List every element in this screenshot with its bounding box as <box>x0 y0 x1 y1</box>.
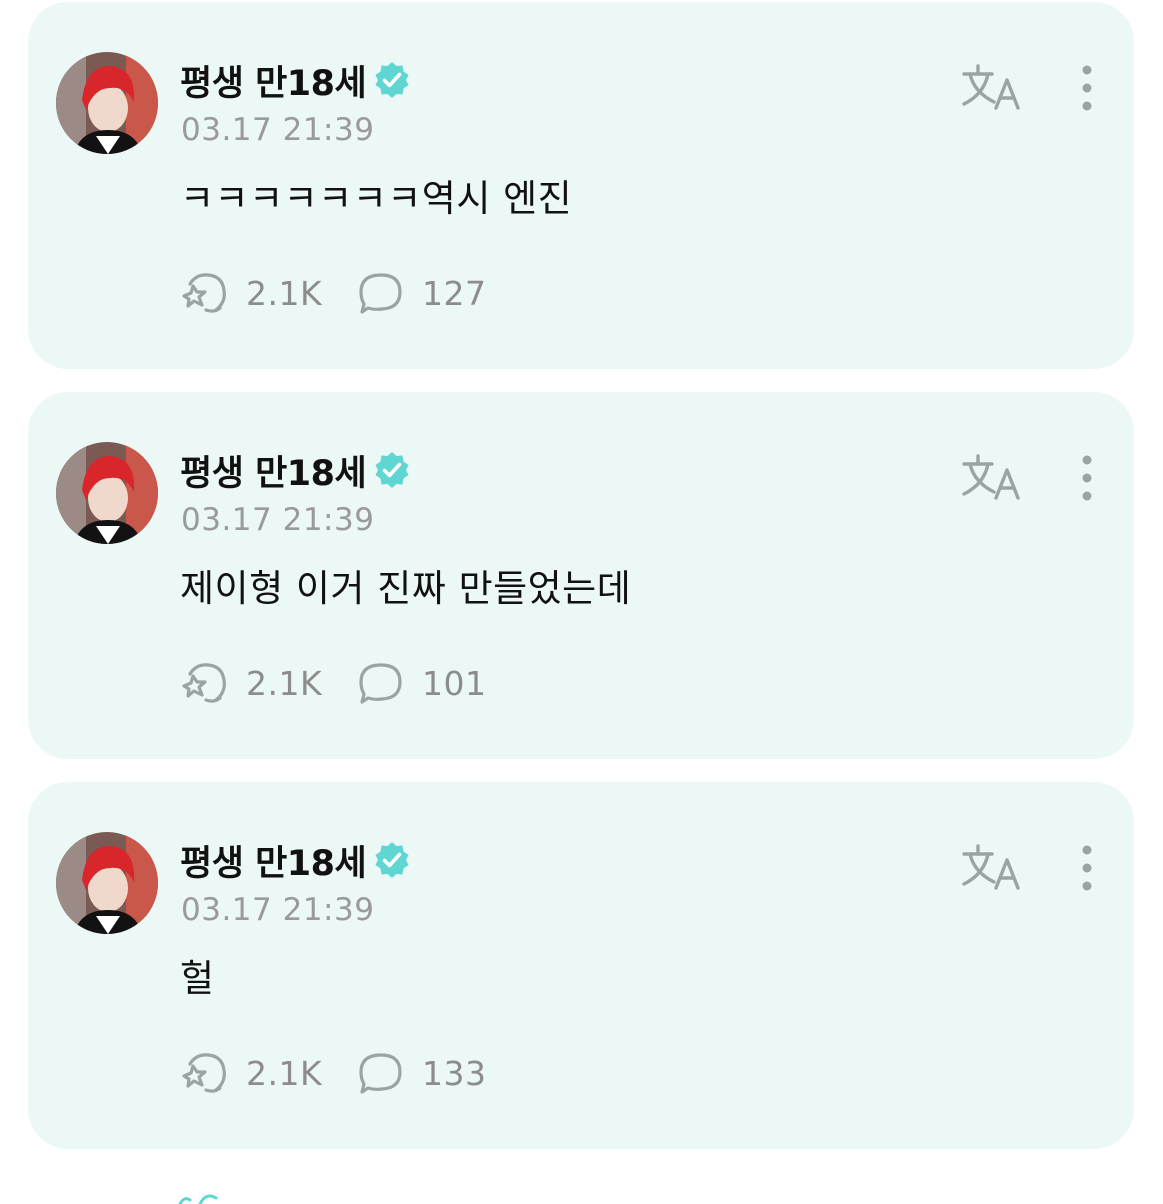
like-reaction-icon <box>182 273 226 313</box>
comment-button[interactable]: 133 <box>356 1050 487 1096</box>
post-actions: 2.1K 133 <box>180 1050 487 1096</box>
comment-count: 101 <box>422 663 487 703</box>
post-timestamp: 03.17 21:39 <box>181 112 375 148</box>
verified-badge-icon <box>375 842 409 878</box>
post-timestamp: 03.17 21:39 <box>181 502 375 538</box>
like-button[interactable]: 2.1K <box>180 660 356 706</box>
like-count: 2.1K <box>246 273 323 313</box>
comment-count: 133 <box>422 1053 487 1093</box>
post-card[interactable]: 평생 만18세 03.17 21:39 헐 2.1K 133 <box>28 782 1134 1149</box>
like-reaction-icon <box>182 663 226 703</box>
next-post-partial-icon <box>178 1194 218 1204</box>
author-row: 평생 만18세 <box>180 836 412 884</box>
post-timestamp: 03.17 21:39 <box>181 892 375 928</box>
comment-bubble-icon <box>359 1053 402 1094</box>
like-reaction-icon <box>182 1053 226 1093</box>
post-feed: 평생 만18세 03.17 21:39 ㅋㅋㅋㅋㅋㅋㅋ역시 엔진 2.1K 12… <box>0 0 1163 1204</box>
author-avatar[interactable] <box>56 52 158 154</box>
author-name[interactable]: 평생 만18세 <box>180 55 367 106</box>
like-button[interactable]: 2.1K <box>180 270 356 316</box>
post-text: 제이형 이거 진짜 만들었는데 <box>180 567 632 610</box>
like-button[interactable]: 2.1K <box>180 1050 356 1096</box>
author-row: 평생 만18세 <box>180 56 412 104</box>
comment-button[interactable]: 127 <box>356 270 487 316</box>
author-avatar[interactable] <box>56 442 158 544</box>
comment-bubble-icon <box>359 663 402 704</box>
like-count: 2.1K <box>246 663 323 703</box>
post-card[interactable]: 평생 만18세 03.17 21:39 제이형 이거 진짜 만들었는데 2.1K… <box>28 392 1134 759</box>
author-row: 평생 만18세 <box>180 446 412 494</box>
translate-icon[interactable] <box>960 842 1024 894</box>
like-count: 2.1K <box>246 1053 323 1093</box>
verified-badge-icon <box>375 62 409 98</box>
post-actions: 2.1K 127 <box>180 270 487 316</box>
post-card[interactable]: 평생 만18세 03.17 21:39 ㅋㅋㅋㅋㅋㅋㅋ역시 엔진 2.1K 12… <box>28 2 1134 369</box>
author-avatar[interactable] <box>56 832 158 934</box>
more-vertical-icon[interactable] <box>1074 452 1100 504</box>
comment-button[interactable]: 101 <box>356 660 487 706</box>
translate-icon[interactable] <box>960 62 1024 114</box>
comment-bubble-icon <box>359 273 402 314</box>
author-name[interactable]: 평생 만18세 <box>180 835 367 886</box>
post-actions: 2.1K 101 <box>180 660 487 706</box>
author-name[interactable]: 평생 만18세 <box>180 445 367 496</box>
post-text: ㅋㅋㅋㅋㅋㅋㅋ역시 엔진 <box>180 177 573 220</box>
comment-count: 127 <box>422 273 487 313</box>
translate-icon[interactable] <box>960 452 1024 504</box>
verified-badge-icon <box>375 452 409 488</box>
post-text: 헐 <box>180 957 215 1000</box>
more-vertical-icon[interactable] <box>1074 62 1100 114</box>
more-vertical-icon[interactable] <box>1074 842 1100 894</box>
